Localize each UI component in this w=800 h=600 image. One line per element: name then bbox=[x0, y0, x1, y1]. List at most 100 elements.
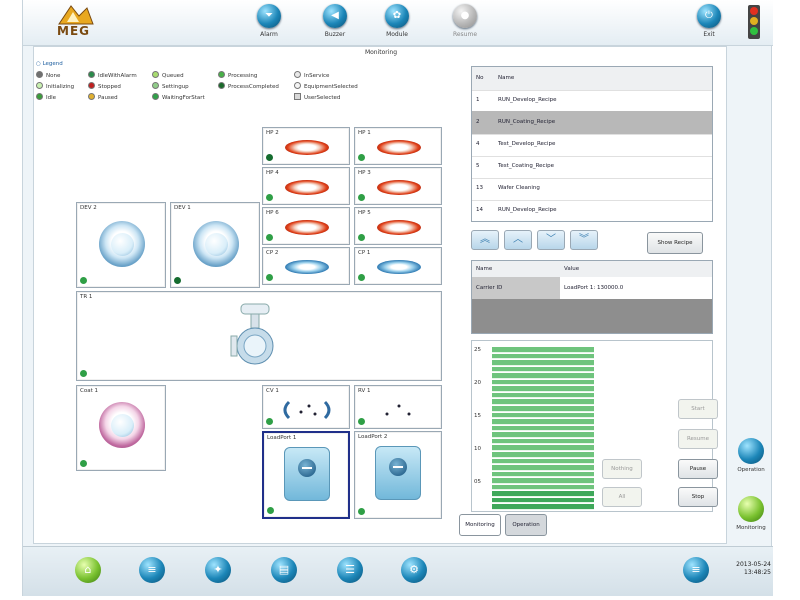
clock-date: 2013-05-24 bbox=[736, 561, 771, 568]
resume-button[interactable]: ● Resume bbox=[445, 4, 485, 38]
nav-button-2[interactable]: ✦ bbox=[205, 557, 231, 583]
buzzer-button[interactable]: ◀ Buzzer bbox=[315, 4, 355, 38]
tab-monitoring[interactable]: Monitoring bbox=[459, 514, 501, 536]
wafer-slot[interactable] bbox=[492, 451, 594, 458]
exit-button[interactable]: ⏻ Exit bbox=[689, 4, 729, 38]
scroll-up-button[interactable]: ︿ bbox=[504, 230, 532, 250]
module-button[interactable]: ✿ Module bbox=[377, 4, 417, 38]
show-recipe-button[interactable]: Show Recipe bbox=[647, 232, 703, 254]
operation-mode-button[interactable]: Operation bbox=[731, 438, 771, 473]
nav-button-3[interactable]: ▤ bbox=[271, 557, 297, 583]
table-row[interactable]: 14 RUN_Develop_Recipe bbox=[472, 199, 712, 223]
legend-item-inservice: InService bbox=[294, 71, 329, 80]
home-button[interactable]: ⌂ bbox=[75, 557, 101, 583]
wafer-slot[interactable] bbox=[492, 392, 594, 399]
wafer-slot[interactable] bbox=[492, 412, 594, 419]
menu-button[interactable]: ≡ bbox=[683, 557, 709, 583]
module-loadport2[interactable]: LoadPort 2 bbox=[354, 431, 442, 519]
nav-button-5[interactable]: ⚙ bbox=[401, 557, 427, 583]
module-rv1[interactable]: RV 1 bbox=[354, 385, 442, 429]
status-dot bbox=[358, 234, 365, 241]
property-empty-area bbox=[472, 299, 712, 333]
module-hp3[interactable]: HP 3 bbox=[354, 167, 442, 205]
module-hp5[interactable]: HP 5 bbox=[354, 207, 442, 245]
wafer-slot[interactable] bbox=[492, 484, 594, 491]
status-dot bbox=[358, 194, 365, 201]
wafer-slot[interactable] bbox=[492, 438, 594, 445]
module-hp1[interactable]: HP 1 bbox=[354, 127, 442, 165]
wafer-slot[interactable] bbox=[492, 445, 594, 451]
wafer-slot[interactable] bbox=[492, 366, 594, 373]
module-cp1[interactable]: CP 1 bbox=[354, 247, 442, 285]
monitoring-label: Monitoring bbox=[736, 525, 766, 531]
module-cv1[interactable]: CV 1 bbox=[262, 385, 350, 429]
carrier-slot-map: 25 20 15 10 05 Nothing All Start Resume … bbox=[471, 340, 718, 512]
select-all-button[interactable]: All bbox=[602, 487, 642, 507]
hot-plate-icon bbox=[377, 140, 421, 155]
module-dev1[interactable]: DEV 1 bbox=[170, 202, 260, 288]
signal-tower-icon bbox=[748, 5, 760, 39]
scroll-bottom-button[interactable]: ︾ bbox=[570, 230, 598, 250]
slot-number-label: 15 bbox=[474, 413, 481, 419]
select-nothing-button[interactable]: Nothing bbox=[602, 459, 642, 479]
clock: 2013-05-24 13:48:25 bbox=[725, 561, 771, 577]
table-row[interactable]: 5 Test_Coating_Recipe bbox=[472, 155, 712, 179]
module-cp2[interactable]: CP 2 bbox=[262, 247, 350, 285]
wafer-slot[interactable] bbox=[492, 497, 594, 504]
wafer-slots[interactable] bbox=[492, 347, 594, 511]
operation-label: Operation bbox=[737, 467, 765, 473]
module-coat1[interactable]: Coat 1 bbox=[76, 385, 166, 471]
stop-button[interactable]: Stop bbox=[678, 487, 718, 507]
wafer-slot[interactable] bbox=[492, 458, 594, 465]
start-button[interactable]: Start bbox=[678, 399, 718, 419]
wafer-slot[interactable] bbox=[492, 360, 594, 366]
wafer-slot[interactable] bbox=[492, 432, 594, 438]
resume-icon: ● bbox=[453, 4, 477, 28]
wafer-slot[interactable] bbox=[492, 504, 594, 510]
alarm-button[interactable]: ⏷ Alarm bbox=[249, 4, 289, 38]
wafer-slot[interactable] bbox=[492, 373, 594, 379]
module-loadport1[interactable]: LoadPort 1 bbox=[262, 431, 350, 519]
legend-item-processcompleted: ProcessCompleted bbox=[218, 82, 279, 91]
table-header: No Name bbox=[472, 67, 712, 91]
module-hp2[interactable]: HP 2 bbox=[262, 127, 350, 165]
module-tr1[interactable]: TR 1 bbox=[76, 291, 442, 381]
chevron-down-icon: ﹀ bbox=[546, 234, 556, 245]
wafer-slot[interactable] bbox=[492, 419, 594, 425]
monitoring-mode-button[interactable]: Monitoring bbox=[731, 496, 771, 531]
wafer-slot[interactable] bbox=[492, 465, 594, 471]
module-dev2[interactable]: DEV 2 bbox=[76, 202, 166, 288]
wafer-slot[interactable] bbox=[492, 491, 594, 497]
operation-icon bbox=[738, 438, 764, 464]
legend-item-initializing: Initializing bbox=[36, 82, 74, 91]
alarm-label: Alarm bbox=[260, 31, 278, 38]
table-row[interactable]: 1 RUN_Develop_Recipe bbox=[472, 89, 712, 113]
module-hp6[interactable]: HP 6 bbox=[262, 207, 350, 245]
wafer-slot[interactable] bbox=[492, 406, 594, 412]
wafer-slot[interactable] bbox=[492, 353, 594, 360]
wafer-slot[interactable] bbox=[492, 386, 594, 392]
table-row[interactable]: 13 Wafer Cleaning bbox=[472, 177, 712, 201]
table-row[interactable]: 4 Test_Develop_Recipe bbox=[472, 133, 712, 157]
resume-process-button[interactable]: Resume bbox=[678, 429, 718, 449]
scroll-top-button[interactable]: ︽ bbox=[471, 230, 499, 250]
property-row: Carrier ID LoadPort 1: 130000.0 bbox=[472, 277, 712, 299]
hot-plate-icon bbox=[285, 180, 329, 195]
wafer-slot[interactable] bbox=[492, 399, 594, 406]
list-icon: ≡ bbox=[147, 563, 157, 576]
pause-button[interactable]: Pause bbox=[678, 459, 718, 479]
wafer-slot[interactable] bbox=[492, 347, 594, 353]
nav-button-4[interactable]: ☰ bbox=[337, 557, 363, 583]
legend-item-processing: Processing bbox=[218, 71, 257, 80]
monitoring-icon bbox=[738, 496, 764, 522]
wafer-slot[interactable] bbox=[492, 478, 594, 484]
wafer-slot[interactable] bbox=[492, 379, 594, 386]
module-hp4[interactable]: HP 4 bbox=[262, 167, 350, 205]
tab-operation[interactable]: Operation bbox=[505, 514, 547, 536]
nav-button-1[interactable]: ≡ bbox=[139, 557, 165, 583]
table-row-selected[interactable]: 2 RUN_Coating_Recipe bbox=[472, 111, 712, 135]
wafer-slot[interactable] bbox=[492, 471, 594, 478]
status-dot bbox=[358, 418, 365, 425]
wafer-slot[interactable] bbox=[492, 425, 594, 432]
scroll-down-button[interactable]: ﹀ bbox=[537, 230, 565, 250]
